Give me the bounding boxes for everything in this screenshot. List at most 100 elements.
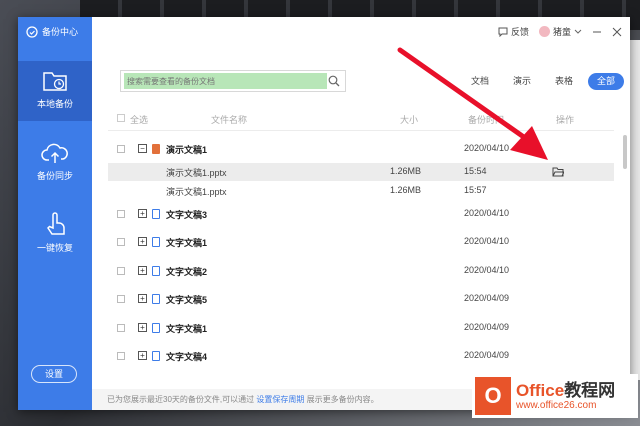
header-time: 备份时间 bbox=[468, 115, 505, 125]
row-date: 2020/04/09 bbox=[464, 322, 510, 332]
select-all-checkbox[interactable] bbox=[117, 114, 125, 122]
row-name: 文字文稿4 bbox=[166, 352, 208, 362]
search-input[interactable] bbox=[127, 74, 323, 88]
doc-file-icon bbox=[152, 351, 160, 361]
minimize-icon[interactable] bbox=[592, 27, 602, 37]
backup-logo-icon bbox=[26, 25, 38, 38]
table-header: 全选 文件名称 大小 备份时间 操作 bbox=[108, 113, 614, 127]
sidebar: 备份中心 本地备份 备份同步 一键恢复 设置 bbox=[18, 17, 92, 410]
sidebar-item-label: 本地备份 bbox=[36, 99, 73, 109]
tab-sheets[interactable]: 表格 bbox=[546, 73, 582, 90]
user-name: 猪童 bbox=[552, 27, 571, 37]
table-subrow[interactable]: 演示文稿1.pptx 1.26MB 15:54 bbox=[108, 163, 614, 181]
header-size: 大小 bbox=[400, 115, 419, 125]
footer-suffix: 展示更多备份内容。 bbox=[306, 395, 379, 404]
tab-slides[interactable]: 演示 bbox=[504, 73, 540, 90]
collapse-toggle[interactable]: − bbox=[138, 144, 147, 153]
scrollbar[interactable] bbox=[623, 135, 627, 169]
row-checkbox[interactable] bbox=[117, 145, 125, 153]
sidebar-item-local-backup[interactable]: 本地备份 bbox=[18, 61, 92, 121]
expand-toggle[interactable]: + bbox=[138, 237, 147, 246]
doc-file-icon bbox=[152, 294, 160, 304]
search-box bbox=[120, 70, 346, 92]
row-name: 演示文稿1.pptx bbox=[166, 187, 227, 197]
watermark-brand: Office bbox=[516, 381, 565, 400]
table-row[interactable]: + 文字文稿1 2020/04/09 bbox=[108, 319, 614, 337]
table-row[interactable]: + 文字文稿3 2020/04/10 bbox=[108, 205, 614, 223]
doc-file-icon bbox=[152, 209, 160, 219]
sidebar-item-restore[interactable]: 一键恢复 bbox=[18, 203, 92, 263]
tab-docs[interactable]: 文档 bbox=[462, 73, 498, 90]
tab-all[interactable]: 全部 bbox=[587, 73, 624, 90]
settings-button[interactable]: 设置 bbox=[31, 365, 77, 383]
divider bbox=[108, 130, 614, 131]
chat-bubble-icon bbox=[498, 27, 508, 37]
app-title: 备份中心 bbox=[42, 27, 79, 37]
row-date: 2020/04/10 bbox=[464, 236, 510, 246]
row-name: 文字文稿1 bbox=[166, 324, 208, 334]
table-subrow[interactable]: 演示文稿1.pptx 1.26MB 15:57 bbox=[108, 182, 614, 200]
header-op: 操作 bbox=[556, 115, 575, 125]
table-row[interactable]: + 文字文稿1 2020/04/10 bbox=[108, 233, 614, 251]
row-time: 15:54 bbox=[464, 166, 487, 176]
watermark-url: www.office26.com bbox=[516, 400, 597, 411]
sidebar-item-label: 备份同步 bbox=[36, 171, 73, 181]
doc-file-icon bbox=[152, 323, 160, 333]
row-date: 2020/04/09 bbox=[464, 350, 510, 360]
expand-toggle[interactable]: + bbox=[138, 351, 147, 360]
backup-center-window: 备份中心 本地备份 备份同步 一键恢复 设置 反馈 猪童 搜索需要查看的备份文档… bbox=[18, 17, 630, 410]
row-name: 演示文稿1.pptx bbox=[166, 168, 227, 178]
app-brand: 备份中心 bbox=[26, 25, 78, 38]
row-size: 1.26MB bbox=[390, 185, 422, 195]
watermark-site-name: 教程网 bbox=[564, 381, 616, 400]
row-checkbox[interactable] bbox=[117, 210, 125, 218]
row-checkbox[interactable] bbox=[117, 295, 125, 303]
row-checkbox[interactable] bbox=[117, 352, 125, 360]
row-name: 文字文稿3 bbox=[166, 210, 208, 220]
table-row[interactable]: − 演示文稿1 2020/04/10 bbox=[108, 140, 614, 158]
row-checkbox[interactable] bbox=[117, 324, 125, 332]
row-date: 2020/04/10 bbox=[464, 265, 510, 275]
cloud-upload-icon bbox=[41, 143, 68, 163]
row-name: 文字文稿2 bbox=[166, 267, 208, 277]
doc-file-icon bbox=[152, 237, 160, 247]
table-row[interactable]: + 文字文稿4 2020/04/09 bbox=[108, 347, 614, 365]
search-icon[interactable] bbox=[328, 75, 340, 87]
table-row[interactable]: + 文字文稿5 2020/04/09 bbox=[108, 290, 614, 308]
expand-toggle[interactable]: + bbox=[138, 294, 147, 303]
header-name: 文件名称 bbox=[211, 115, 248, 125]
retention-settings-link[interactable]: 设置保存周期 bbox=[256, 395, 304, 404]
row-date: 2020/04/10 bbox=[464, 143, 510, 153]
row-date: 2020/04/10 bbox=[464, 208, 510, 218]
avatar bbox=[538, 26, 550, 37]
ppt-file-icon bbox=[152, 144, 160, 154]
row-size: 1.26MB bbox=[390, 166, 422, 176]
folder-clock-icon bbox=[43, 72, 67, 91]
expand-toggle[interactable]: + bbox=[138, 266, 147, 275]
title-bar: 反馈 猪童 bbox=[498, 25, 622, 38]
chevron-down-icon bbox=[574, 29, 582, 34]
select-all-label: 全选 bbox=[130, 115, 149, 125]
hand-pointer-icon bbox=[47, 212, 65, 235]
row-time: 15:57 bbox=[464, 185, 487, 195]
footer-prefix: 已为您展示最近30天的备份文件,可以通过 bbox=[107, 395, 255, 404]
row-checkbox[interactable] bbox=[117, 238, 125, 246]
feedback-label: 反馈 bbox=[510, 27, 529, 37]
watermark-logo: O Office教程网 www.office26.com bbox=[472, 374, 638, 418]
close-icon[interactable] bbox=[612, 27, 622, 37]
open-folder-icon[interactable] bbox=[552, 167, 564, 177]
row-name: 文字文稿5 bbox=[166, 295, 208, 305]
expand-toggle[interactable]: + bbox=[138, 209, 147, 218]
row-name: 文字文稿1 bbox=[166, 238, 208, 248]
table-row[interactable]: + 文字文稿2 2020/04/10 bbox=[108, 262, 614, 280]
sidebar-item-backup-sync[interactable]: 备份同步 bbox=[18, 133, 92, 193]
office-logo-icon: O bbox=[475, 377, 511, 415]
expand-toggle[interactable]: + bbox=[138, 323, 147, 332]
row-name: 演示文稿1 bbox=[166, 145, 208, 155]
user-menu[interactable]: 猪童 bbox=[538, 25, 582, 38]
row-checkbox[interactable] bbox=[117, 267, 125, 275]
sidebar-item-label: 一键恢复 bbox=[36, 243, 73, 253]
main-panel: 反馈 猪童 文档 演示 表格 全部 全选 文件名称 大小 备 bbox=[92, 17, 630, 410]
doc-file-icon bbox=[152, 266, 160, 276]
feedback-button[interactable]: 反馈 bbox=[498, 25, 529, 38]
